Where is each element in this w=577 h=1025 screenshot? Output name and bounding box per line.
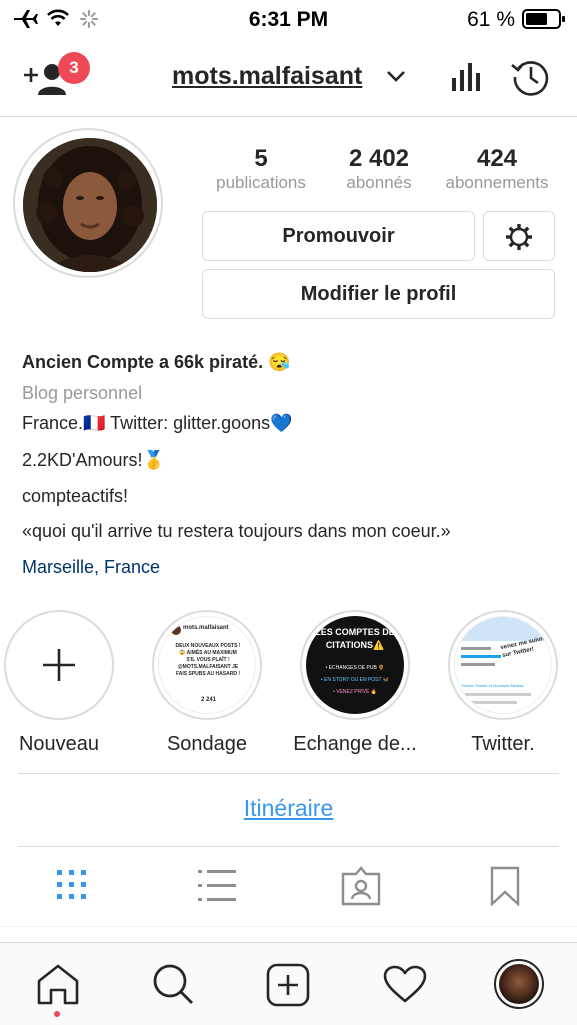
activity-dot bbox=[54, 1011, 60, 1017]
notification-badge: 3 bbox=[58, 52, 90, 84]
promote-button[interactable]: Promouvoir bbox=[202, 211, 475, 261]
stat-posts[interactable]: 5 publications bbox=[206, 145, 316, 193]
divider bbox=[18, 773, 559, 774]
chevron-down-icon[interactable] bbox=[386, 70, 406, 84]
posts-label: publications bbox=[216, 173, 306, 192]
stat-following[interactable]: 424 abonnements bbox=[436, 145, 558, 193]
heart-icon[interactable] bbox=[383, 965, 427, 1003]
search-icon[interactable] bbox=[152, 963, 194, 1005]
highlight-thumb-tab: Tweets et réponses bbox=[474, 683, 510, 688]
highlight-sondage[interactable]: mots.malfaisant DEUX NOUVEAUX POSTS ! 😱 … bbox=[152, 610, 262, 720]
highlight-thumb-tab: Tweets bbox=[461, 683, 474, 688]
profile-tab-avatar[interactable] bbox=[494, 959, 544, 1009]
battery-icon bbox=[522, 9, 565, 29]
followers-count: 2 402 bbox=[348, 145, 410, 172]
archive-history-icon[interactable] bbox=[510, 56, 552, 98]
tagged-photos-icon[interactable] bbox=[341, 866, 381, 906]
posts-count: 5 bbox=[254, 145, 268, 172]
profile-category: Blog personnel bbox=[22, 383, 143, 403]
bio-line: «quoi qu'il arrive tu restera toujours d… bbox=[22, 521, 451, 541]
highlight-thumb-tab: Médias bbox=[510, 683, 524, 688]
highlight-thumb-count: 2 241 bbox=[201, 697, 217, 703]
highlight-label: Twitter. bbox=[471, 733, 535, 755]
highlight-label: Sondage bbox=[166, 733, 248, 755]
highlight-new[interactable] bbox=[4, 610, 114, 720]
home-icon[interactable] bbox=[36, 963, 80, 1005]
highlight-label: Nouveau bbox=[18, 733, 100, 755]
bottom-navigation bbox=[0, 942, 577, 1025]
profile-header: 3 mots.malfaisant bbox=[0, 38, 577, 117]
directions-link[interactable]: Itinéraire bbox=[0, 795, 577, 822]
highlight-thumb-item: • VENEZ PRIVÉ 🔥 bbox=[333, 689, 377, 695]
edit-profile-button[interactable]: Modifier le profil bbox=[202, 269, 555, 319]
profile-picture[interactable] bbox=[23, 138, 157, 272]
highlight-echange[interactable]: LES COMPTES DE CITATIONS⚠️ • ECHANGES DE… bbox=[300, 610, 410, 720]
list-view-icon[interactable] bbox=[198, 870, 236, 902]
saved-bookmark-icon[interactable] bbox=[490, 866, 520, 906]
insights-bar-chart-icon[interactable] bbox=[451, 60, 481, 92]
following-count: 424 bbox=[476, 145, 518, 172]
highlight-label: Echange de... bbox=[293, 733, 417, 755]
profile-name: Ancien Compte a 66k piraté. 😪 bbox=[22, 352, 291, 372]
battery-percentage: 61 % bbox=[467, 8, 515, 31]
new-post-icon[interactable] bbox=[266, 963, 310, 1007]
highlight-thumb-header: LES COMPTES DE CITATIONS⚠️ bbox=[315, 627, 395, 650]
plus-icon bbox=[43, 649, 75, 681]
stat-followers[interactable]: 2 402 abonnés bbox=[325, 145, 433, 193]
highlight-thumb-text: DEUX NOUVEAUX POSTS ! 😱 AIMÉS AU MAXIMUM… bbox=[175, 643, 241, 677]
gear-icon bbox=[506, 224, 532, 250]
bio-line: compteactifs! bbox=[22, 486, 129, 506]
highlight-twitter[interactable]: venez me suivre sur Twitter! Tweets Twee… bbox=[448, 610, 558, 720]
username-switcher[interactable]: mots.malfaisant bbox=[172, 62, 362, 91]
divider bbox=[0, 926, 577, 927]
location-link[interactable]: Marseille, France bbox=[22, 557, 160, 578]
settings-button[interactable] bbox=[483, 211, 555, 261]
bio-line: France.🇫🇷 Twitter: glitter.goons💙 bbox=[22, 413, 293, 433]
following-label: abonnements bbox=[445, 173, 549, 192]
bio-line: 2.2KD'Amours!🥇 bbox=[22, 450, 165, 470]
status-bar: 6:31 PM 61 % bbox=[0, 0, 577, 38]
followers-label: abonnés bbox=[346, 173, 412, 192]
divider bbox=[18, 846, 559, 847]
grid-view-icon[interactable] bbox=[57, 870, 87, 900]
highlight-thumb-title: mots.malfaisant bbox=[183, 625, 229, 631]
profile-photo-illustration bbox=[23, 138, 157, 272]
